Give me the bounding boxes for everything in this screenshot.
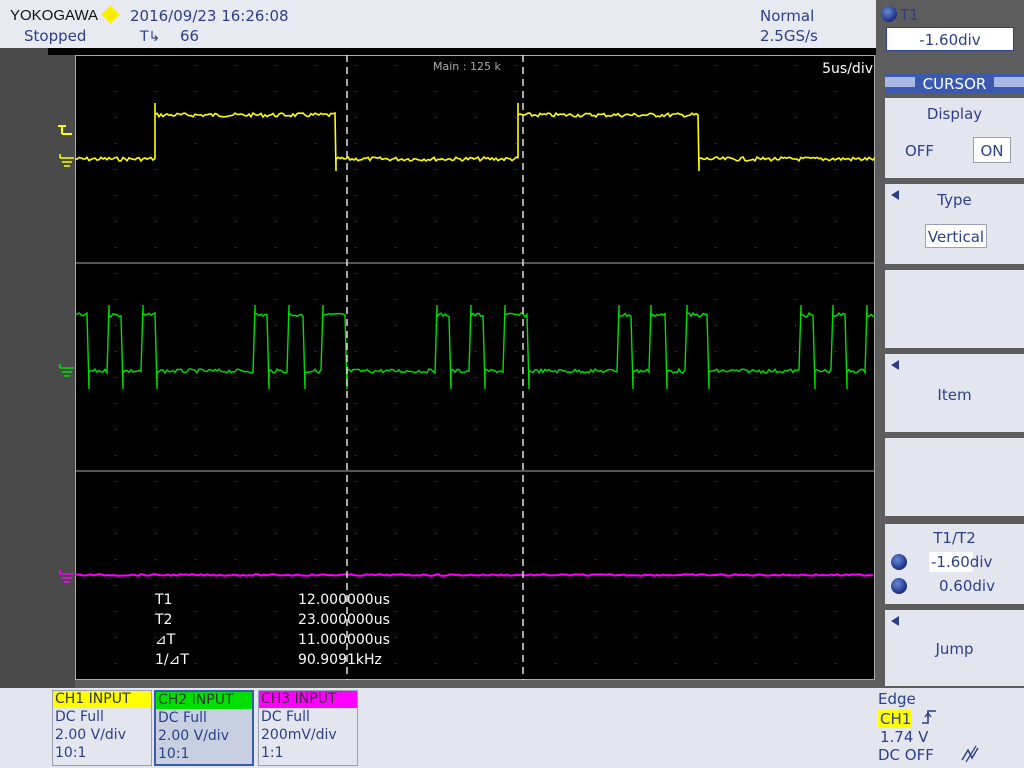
type-value: Vertical <box>927 228 985 246</box>
channel-marker-strip <box>0 48 75 688</box>
blank-softkey-1[interactable] <box>885 270 1024 348</box>
trigger-mode-label: Normal <box>760 7 815 25</box>
display-on-text: ON <box>980 142 1004 160</box>
brand-logo: YOKOGAWA <box>10 7 99 24</box>
meas-label-t1: T1 <box>155 592 173 608</box>
meas-value-delta-t: 11.000000us <box>298 632 390 648</box>
ch3-probe: 1:1 <box>261 745 284 761</box>
knob-icon <box>891 554 907 570</box>
menu-title: CURSOR <box>922 75 987 93</box>
display-on-option[interactable]: ON <box>973 137 1011 163</box>
ch1-ground-marker[interactable] <box>59 154 74 167</box>
display-toggle[interactable]: Display OFF ON <box>885 98 1024 178</box>
ch2-ground-marker[interactable] <box>59 364 74 377</box>
ch3-header: CH3 INPUT <box>259 691 357 708</box>
ch1-coupling: DC Full <box>55 709 104 725</box>
ch3-waveform <box>75 573 874 577</box>
ch3-ground-marker[interactable] <box>59 570 74 583</box>
type-select[interactable]: Type Vertical <box>885 184 1024 264</box>
trigger-source: CH1 <box>878 710 912 728</box>
ch1-scale: 2.00 V/div <box>55 727 126 743</box>
ch2-waveform <box>75 304 875 390</box>
trigger-coupling: DC OFF <box>878 746 934 764</box>
soft-key-menu: T1 -1.60div CURSOR Display OFF ON Type V… <box>876 0 1024 688</box>
jump-label: Jump <box>935 640 974 658</box>
trigger-level: 1.74 V <box>880 728 929 746</box>
t1-value-field[interactable]: -1.60div <box>886 27 1014 51</box>
item-button[interactable]: Item <box>885 354 1024 432</box>
ch1-info[interactable]: CH1 INPUT DC Full 2.00 V/div 10:1 <box>52 690 152 766</box>
trigger-type: Edge <box>878 690 916 708</box>
meas-value-t1: 12.000000us <box>298 592 390 608</box>
arrow-left-icon <box>891 616 899 626</box>
display-title: Display <box>926 105 983 123</box>
meas-label-freq: 1/⊿T <box>155 652 189 668</box>
meas-value-t2: 23.000000us <box>298 612 390 628</box>
waveform-display[interactable]: Main : 125 k 5us/div T1 12.000000us T2 2… <box>75 55 875 680</box>
ch2-scale: 2.00 V/div <box>158 728 229 744</box>
blank-softkey-2[interactable] <box>885 438 1024 516</box>
ch1-probe: 10:1 <box>55 745 87 761</box>
trigger-level-marker[interactable] <box>58 125 72 135</box>
main-record-length: Main : 125 k <box>433 60 501 73</box>
ch3-info[interactable]: CH3 INPUT DC Full 200mV/div 1:1 <box>258 690 358 766</box>
status-bar: YOKOGAWA 2016/09/23 16:26:08 Stopped T↳ … <box>0 0 876 48</box>
type-title: Type <box>937 191 972 209</box>
ch2-header: CH2 INPUT <box>156 692 252 709</box>
item-label: Item <box>937 386 972 404</box>
ch2-coupling: DC Full <box>158 710 207 726</box>
acquisition-count: 66 <box>180 27 200 45</box>
channel-markers <box>58 125 74 583</box>
hf-reject-icon <box>961 745 979 763</box>
type-value-box: Vertical <box>925 224 987 248</box>
datetime-readout: 2016/09/23 16:26:08 <box>130 7 289 25</box>
t1-knob-label: T1 <box>900 6 919 24</box>
ch2-info[interactable]: CH2 INPUT DC Full 2.00 V/div 10:1 <box>154 690 254 766</box>
meas-value-freq: 90.9091kHz <box>298 652 382 668</box>
trigger-position-icon: T↳ <box>140 29 161 45</box>
t1t2-title: T1/T2 <box>933 529 976 547</box>
t1-position: -1.60div <box>931 553 993 571</box>
ch3-scale: 200mV/div <box>261 727 337 743</box>
ch1-waveform <box>75 103 875 172</box>
meas-label-t2: T2 <box>155 612 173 628</box>
menu-title-bar: CURSOR <box>885 74 1024 94</box>
knob-icon <box>891 578 907 594</box>
display-off-option[interactable]: OFF <box>905 142 934 160</box>
rising-edge-icon <box>922 710 936 724</box>
trigger-info[interactable]: Edge CH1 1.74 V DC OFF <box>878 688 1024 768</box>
channel-info-bar: CH1 INPUT DC Full 2.00 V/div 10:1 CH2 IN… <box>0 688 1024 768</box>
ch1-header: CH1 INPUT <box>53 691 151 708</box>
dot-grid <box>115 65 836 664</box>
t1-value-text: -1.60div <box>919 31 981 49</box>
sample-rate-label: 2.5GS/s <box>760 27 818 45</box>
ch2-probe: 10:1 <box>158 746 190 762</box>
jump-button[interactable]: Jump <box>885 610 1024 686</box>
knob-icon <box>881 6 897 22</box>
diamond-icon <box>101 5 120 24</box>
t1t2-selector[interactable]: T1/T2 -1.60div 0.60div <box>885 524 1024 604</box>
time-per-div: 5us/div <box>822 61 873 77</box>
arrow-left-icon <box>891 360 899 370</box>
waveform-canvas <box>75 55 875 680</box>
scope-top-border <box>48 48 876 55</box>
ch3-coupling: DC Full <box>261 709 310 725</box>
meas-label-delta-t: ⊿T <box>155 632 176 648</box>
run-state-label: Stopped <box>24 27 87 45</box>
oscilloscope-screen: YOKOGAWA 2016/09/23 16:26:08 Stopped T↳ … <box>0 0 1024 768</box>
t2-position: 0.60div <box>939 577 995 595</box>
